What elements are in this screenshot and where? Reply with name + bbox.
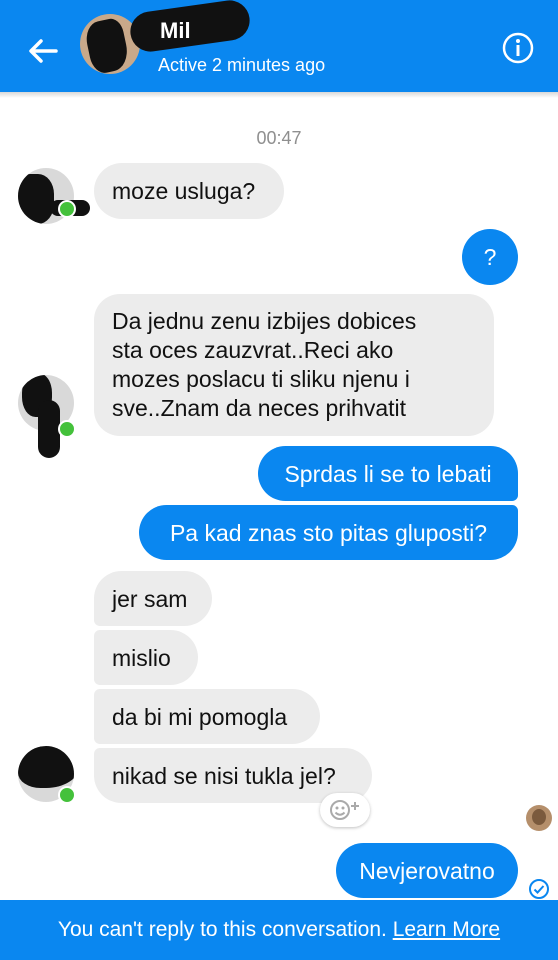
header-shadow (0, 92, 558, 98)
message-text: nikad se nisi tukla jel? (112, 763, 336, 789)
outgoing-message[interactable]: Nevjerovatno (336, 843, 518, 898)
outgoing-message[interactable]: ? (462, 229, 518, 285)
back-arrow-icon[interactable] (26, 34, 60, 68)
message-text: mislio (112, 645, 171, 671)
message-text: jer sam (112, 586, 188, 612)
incoming-message[interactable]: mislio (94, 630, 198, 685)
outgoing-message[interactable]: Pa kad znas sto pitas gluposti? (139, 505, 518, 560)
online-indicator (58, 786, 76, 804)
add-reaction-button[interactable] (320, 793, 370, 827)
message-line: mozes poslacu ti sliku njenu i (112, 366, 410, 392)
contact-name[interactable]: Mil (160, 18, 191, 44)
reaction-emoji-icon (330, 800, 359, 820)
incoming-message[interactable]: moze usluga? (94, 163, 284, 219)
incoming-message[interactable]: da bi mi pomogla (94, 689, 320, 744)
message-text: Sprdas li se to lebati (284, 461, 492, 487)
online-indicator (58, 420, 76, 438)
message-line: sve..Znam da neces prihvatit (112, 395, 407, 421)
delivered-check-icon (529, 879, 549, 899)
redaction-scribble (38, 400, 60, 458)
message-text: Nevjerovatno (359, 858, 495, 884)
active-status: Active 2 minutes ago (158, 55, 326, 75)
message-line: sta oces zauzvrat..Reci ako (112, 337, 394, 363)
message-text: moze usluga? (112, 178, 256, 204)
message-line: Da jednu zenu izbijes dobices (112, 308, 417, 334)
online-indicator (58, 200, 76, 218)
info-icon[interactable] (502, 32, 534, 64)
incoming-message[interactable]: Da jednu zenu izbijes dobices sta oces z… (94, 294, 494, 436)
message-timestamp: 00:47 (256, 128, 302, 148)
incoming-message[interactable]: jer sam (94, 571, 212, 626)
reply-disabled-banner: You can't reply to this conversation. Le… (0, 900, 558, 960)
learn-more-link[interactable]: Learn More (393, 918, 500, 941)
banner-text: You can't reply to this conversation. (57, 918, 387, 941)
message-text: ? (483, 244, 497, 270)
message-text: da bi mi pomogla (112, 704, 288, 730)
outgoing-message[interactable]: Sprdas li se to lebati (258, 446, 518, 501)
message-text: Pa kad znas sto pitas gluposti? (169, 520, 488, 546)
seen-avatar (526, 805, 552, 831)
conversation-header: Mil Active 2 minutes ago (0, 0, 558, 92)
